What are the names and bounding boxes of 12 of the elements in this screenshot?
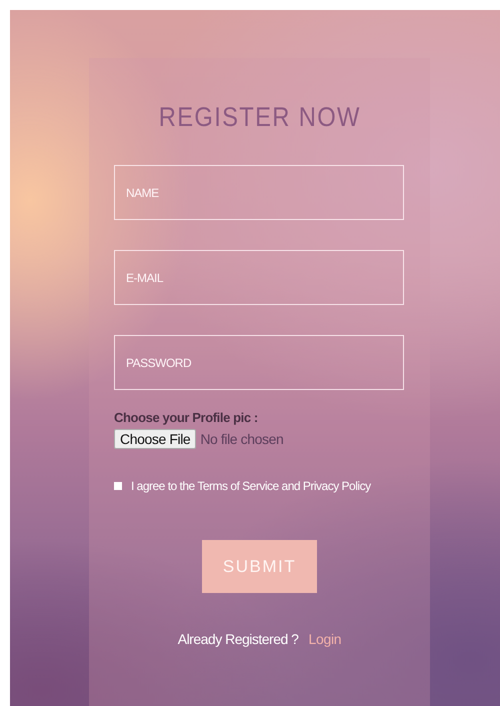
input-field[interactable]: NAME [114,165,404,220]
agree-label: I agree to the Terms of Service and Privacy Policy [131,479,371,493]
choose-file-button[interactable]: Choose File [114,429,196,449]
input-field[interactable]: PASSWORD [114,335,404,390]
already-registered-text: Already Registered ? [178,631,298,647]
file-status: No file chosen [200,431,284,447]
form-title: REGISTER NOW [158,102,360,133]
login-link[interactable]: Login [308,631,342,647]
input-field[interactable]: E-MAIL [114,250,404,305]
file-label: Choose your Profile pic : [114,410,259,425]
submit-button[interactable]: SUBMIT [202,540,317,593]
agree-checkbox[interactable] [114,482,122,490]
